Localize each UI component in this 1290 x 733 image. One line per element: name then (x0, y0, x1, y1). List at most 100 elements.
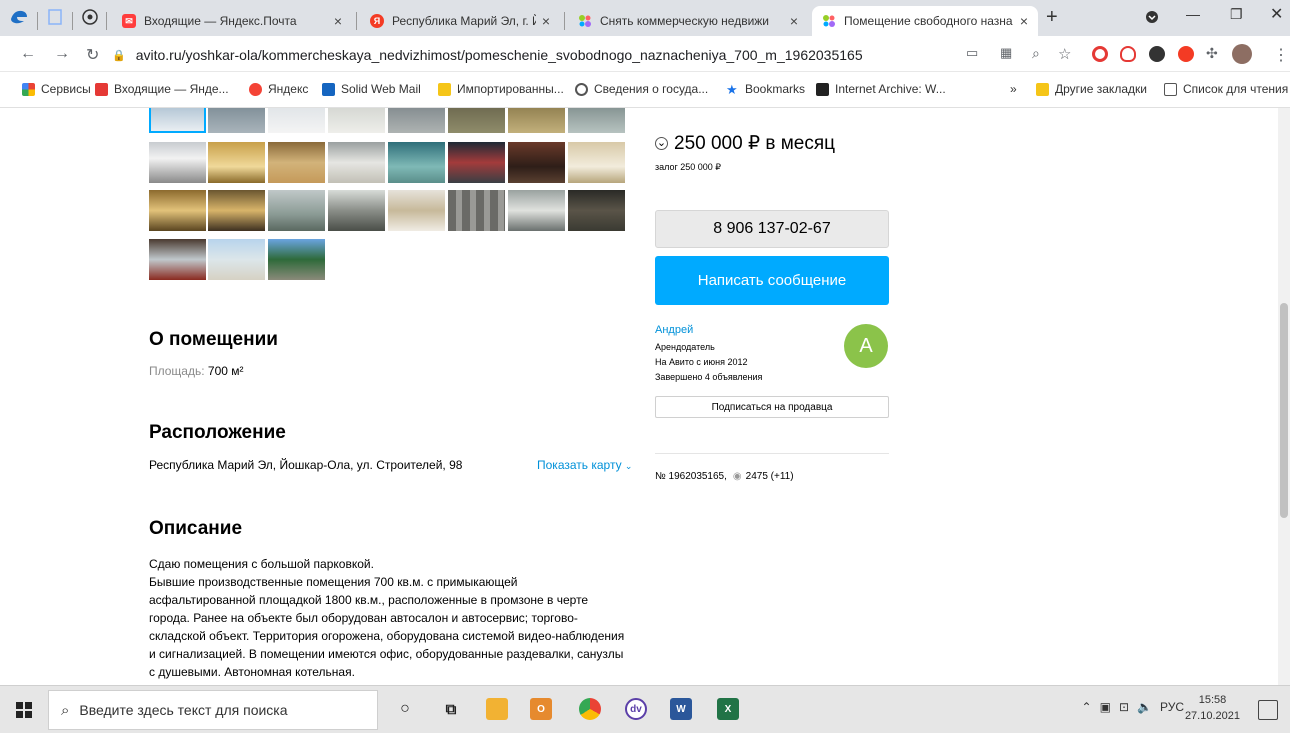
star-icon[interactable]: ☆ (1058, 45, 1071, 63)
write-message-button[interactable]: Написать сообщение (655, 256, 889, 305)
windows-start-icon[interactable] (16, 702, 32, 718)
photo-thumbnail[interactable] (508, 190, 565, 231)
tab-avito-listing[interactable]: Помещение свободного назна × (812, 6, 1038, 36)
address-toolbar: ← → ↻ 🔒 avito.ru/yoshkar-ola/kommerchesk… (0, 36, 1290, 72)
new-tab-button[interactable]: + (1046, 6, 1058, 29)
bookmark-state-info[interactable]: Сведения о госуда... (575, 82, 708, 96)
tab-title: Республика Марий Эл, г. Йошка (392, 14, 536, 28)
taskbar-search[interactable]: ⌕ Введите здесь текст для поиска (48, 690, 378, 730)
show-map-link[interactable]: Показать карту ⌄ (537, 458, 632, 472)
deposit-text: залог 250 000 ₽ (655, 162, 722, 172)
extension-cloud-icon[interactable] (1120, 46, 1136, 62)
photo-thumbnail[interactable] (388, 108, 445, 133)
forward-icon[interactable]: → (54, 45, 70, 63)
photo-thumbnail[interactable] (448, 190, 505, 231)
dv-app-icon[interactable]: dv (625, 698, 647, 720)
menu-kebab-icon[interactable]: ⋮ (1273, 45, 1289, 65)
cast-icon[interactable]: ▭ (966, 45, 978, 61)
qr-icon[interactable]: ▦ (1000, 45, 1012, 61)
bookmark-services[interactable]: Сервисы (22, 82, 91, 96)
file-explorer-icon[interactable] (486, 698, 508, 720)
photo-thumbnail[interactable] (328, 142, 385, 183)
zoom-icon[interactable]: ⌕ (1032, 45, 1040, 62)
close-icon[interactable]: × (790, 13, 798, 29)
window-close-icon[interactable]: ✕ (1270, 4, 1283, 24)
extension-yandex-icon[interactable] (1178, 46, 1194, 62)
scrollbar-thumb[interactable] (1280, 303, 1288, 518)
bookmark-label: Импортированны... (457, 82, 564, 96)
photo-thumbnail[interactable] (448, 142, 505, 183)
photo-thumbnail[interactable] (208, 239, 265, 280)
photo-thumbnail[interactable] (268, 190, 325, 231)
notifications-icon[interactable] (1258, 700, 1278, 720)
close-icon[interactable]: × (542, 13, 550, 29)
reading-list-button[interactable]: Список для чтения (1164, 82, 1288, 96)
word-app-icon[interactable]: W (670, 698, 692, 720)
github-icon[interactable] (82, 9, 98, 28)
url-bar[interactable]: 🔒 avito.ru/yoshkar-ola/kommercheskaya_ne… (112, 41, 992, 69)
bookmarks-overflow-button[interactable]: » (1010, 82, 1017, 96)
chrome-app-icon[interactable] (579, 698, 601, 720)
edge-icon[interactable] (10, 8, 28, 27)
excel-app-icon[interactable]: X (717, 698, 739, 720)
bookmark-bookmarks[interactable]: ★ Bookmarks (726, 82, 805, 96)
bookmark-yandex-mail[interactable]: Входящие — Янде... (95, 82, 229, 96)
volume-icon[interactable]: 🔈 (1137, 700, 1152, 714)
photo-thumbnail[interactable] (568, 142, 625, 183)
reload-icon[interactable]: ↻ (86, 45, 99, 65)
extension-dv-icon[interactable] (1149, 46, 1165, 62)
show-phone-button[interactable]: 8 906 137-02-67 (655, 210, 889, 248)
taskbar-clock[interactable]: 15:58 27.10.2021 (1185, 692, 1240, 724)
photo-thumbnail[interactable] (268, 142, 325, 183)
bookmark-internet-archive[interactable]: Internet Archive: W... (816, 82, 946, 96)
photo-thumbnail[interactable] (328, 190, 385, 231)
photo-thumbnail[interactable] (149, 239, 206, 280)
photo-thumbnail[interactable] (208, 142, 265, 183)
document-icon[interactable] (48, 9, 62, 28)
photo-thumbnail[interactable] (149, 142, 206, 183)
extensions-icon[interactable]: ✣ (1206, 45, 1218, 62)
photo-thumbnail[interactable] (208, 190, 265, 231)
photo-thumbnail[interactable] (149, 108, 206, 133)
chevron-down-icon[interactable]: ⌄ (655, 137, 668, 150)
bookmark-imported[interactable]: Импортированны... (438, 82, 564, 96)
minimize-icon[interactable]: — (1186, 6, 1200, 22)
description-line: с душевыми. Автономная котельная. (149, 665, 355, 679)
profile-avatar-icon[interactable] (1232, 44, 1252, 64)
restore-icon[interactable]: ❐ (1230, 6, 1243, 23)
photo-thumbnail[interactable] (508, 142, 565, 183)
photo-thumbnail[interactable] (448, 108, 505, 133)
extension-red-icon[interactable] (1092, 46, 1108, 62)
bookmark-other[interactable]: Другие закладки (1036, 82, 1147, 96)
cortana-icon[interactable]: ○ (394, 698, 416, 720)
task-view-icon[interactable]: ⧉ (440, 698, 462, 720)
photo-thumbnail[interactable] (208, 108, 265, 133)
photo-thumbnail[interactable] (268, 239, 325, 280)
photo-thumbnail[interactable] (388, 142, 445, 183)
bookmark-solid-web-mail[interactable]: Solid Web Mail (322, 82, 421, 96)
chevron-up-icon[interactable]: ⌃ (1082, 700, 1092, 714)
photo-thumbnail[interactable] (388, 190, 445, 231)
tab-yandex-mail[interactable]: ✉ Входящие — Яндекс.Почта × (112, 6, 352, 36)
seller-name-link[interactable]: Андрей (655, 324, 693, 336)
tab-title: Снять коммерческую недвижи (600, 14, 770, 28)
photo-thumbnail[interactable] (568, 108, 625, 133)
outlook-app-icon[interactable]: O (530, 698, 552, 720)
photo-thumbnail[interactable] (328, 108, 385, 133)
close-icon[interactable]: × (1020, 13, 1028, 29)
photo-thumbnail[interactable] (268, 108, 325, 133)
language-indicator[interactable]: РУС (1160, 700, 1184, 714)
seller-avatar[interactable]: A (844, 324, 888, 368)
photo-thumbnail[interactable] (508, 108, 565, 133)
close-icon[interactable]: × (334, 13, 342, 29)
photo-thumbnail[interactable] (568, 190, 625, 231)
tab-search-icon[interactable] (1145, 10, 1159, 27)
photo-thumbnail[interactable] (149, 190, 206, 231)
bookmark-yandex[interactable]: Яндекс (249, 82, 308, 96)
tray-app-icon[interactable]: ▣ (1100, 700, 1111, 714)
tab-yandex-search[interactable]: Я Республика Марий Эл, г. Йошка × (360, 6, 560, 36)
subscribe-seller-button[interactable]: Подписаться на продавца (655, 396, 889, 418)
tab-avito-search[interactable]: Снять коммерческую недвижи × (568, 6, 808, 36)
back-icon[interactable]: ← (20, 45, 36, 63)
network-icon[interactable]: ⊡ (1119, 700, 1129, 714)
